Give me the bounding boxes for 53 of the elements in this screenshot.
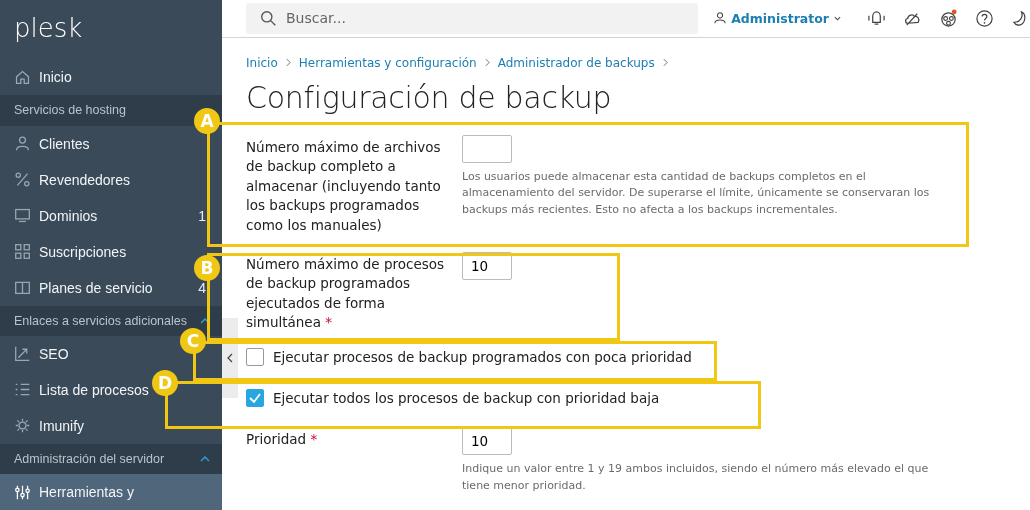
checkbox[interactable] [246, 348, 264, 366]
help-icon[interactable] [975, 8, 994, 28]
field-label: Número máximo de archivos de backup completo a almacenar (incluyendo tanto los backups programados como los manuales) [246, 137, 442, 236]
sidebar-item[interactable]: Suscripciones [0, 233, 127, 270]
field-hint: Indique un valor entre 1 y 19 ambos incluidos, siendo el número más elevado el que tiene menor prioridad. [462, 461, 930, 494]
checkbox-label: Ejecutar todos los procesos de backup con prioridad baja [273, 390, 660, 406]
sidebar-item[interactable]: Inicio [0, 59, 72, 96]
monitor-icon [14, 207, 31, 224]
home-icon [14, 68, 31, 86]
user-icon [714, 12, 727, 25]
sliders-icon [14, 483, 31, 501]
search-field[interactable]: Buscar... [246, 2, 699, 34]
user-menu[interactable]: Administrator [714, 10, 841, 26]
checkbox-label: Ejecutar procesos de backup programados con poca prioridad [273, 349, 692, 365]
sidebar-item[interactable]: Imunify [0, 407, 85, 444]
grid-icon [14, 243, 31, 260]
item-count: 4 [198, 279, 206, 296]
sidebar-section[interactable]: Administración del servidor [0, 443, 222, 474]
section-label: Enlaces a servicios adicionales [14, 313, 187, 328]
user-icon [14, 135, 31, 152]
sidebar-item[interactable]: Planes de servicio [0, 269, 153, 306]
chart-icon [14, 345, 31, 363]
page-title: Configuración de backup [246, 78, 613, 117]
sidebar-item[interactable]: Lista de procesos [0, 371, 149, 408]
logo[interactable]: plesk [14, 12, 83, 44]
gear-icon [14, 417, 31, 435]
chevron-icon [662, 58, 668, 68]
book-icon [14, 279, 31, 296]
caret-icon [834, 15, 841, 21]
extensions-icon[interactable] [939, 8, 958, 28]
section-label: Administración del servidor [14, 451, 165, 466]
breadcrumb-link[interactable]: Inicio [246, 55, 278, 70]
sidebar-item[interactable]: Dominios [0, 197, 98, 234]
chevron-icon [484, 58, 490, 68]
item-count: 1 [198, 207, 206, 224]
bell-icon[interactable] [867, 8, 886, 28]
field-hint: Los usuarios puede almacenar esta cantidad de backups completos en el almacenamiento del servidor. De superarse el límite, únicamente se conservaran los backups más recientes. Esto no afecta a los backups incrementales. [462, 168, 931, 218]
sidebar-item[interactable]: SEO [0, 335, 69, 372]
sidebar-item[interactable]: Revendedores [0, 161, 131, 198]
field-label: Número máximo de procesos de backup programados ejecutados de forma simultánea * [246, 254, 446, 333]
breadcrumb-link[interactable]: Herramientas y configuración [298, 55, 477, 70]
sidebar-item[interactable]: Herramientas y [0, 474, 222, 510]
breadcrumb-link[interactable]: Administrador de backups [497, 55, 655, 70]
chevron-icon [285, 58, 291, 68]
field-label: Prioridad * [246, 430, 319, 449]
chevron-icon [227, 353, 233, 363]
sidebar-item[interactable]: Clientes [0, 125, 90, 162]
search-icon [260, 9, 277, 27]
checkbox[interactable] [246, 389, 264, 407]
percent-icon [14, 171, 31, 188]
number-input[interactable] [462, 134, 512, 163]
section-label: Servicios de hosting [14, 103, 126, 118]
number-input[interactable]: 10 [462, 427, 512, 455]
